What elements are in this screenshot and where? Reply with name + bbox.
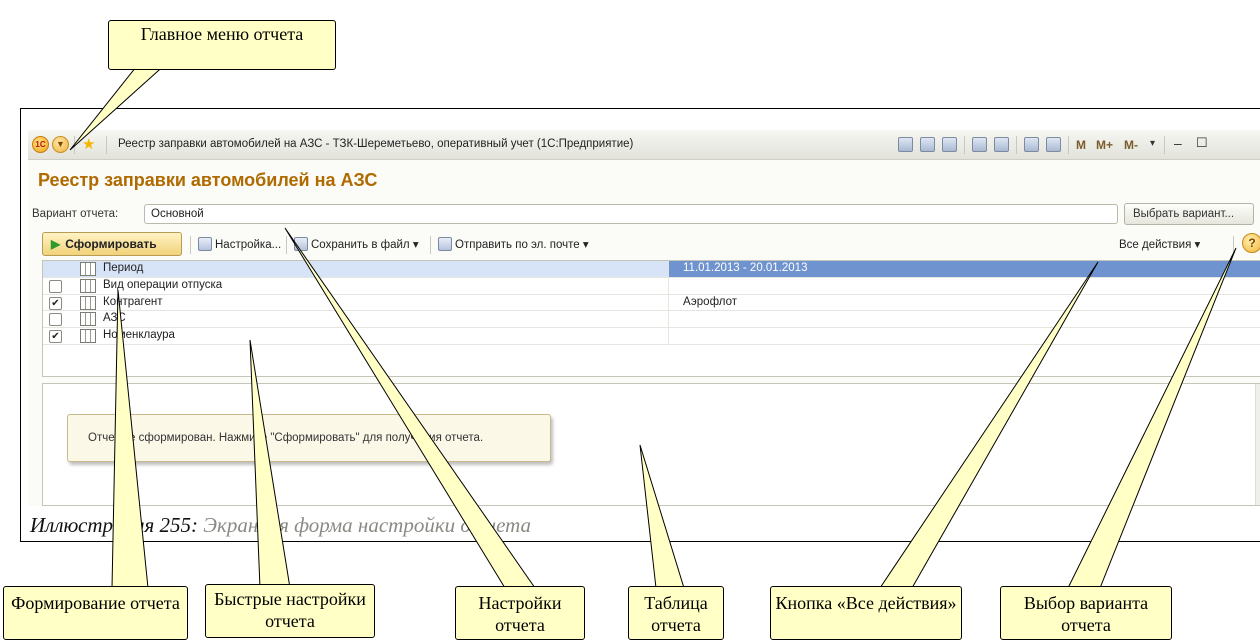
minimize-icon[interactable]: – — [1174, 135, 1182, 151]
setting-checkbox[interactable] — [49, 313, 62, 327]
callout-settings: Настройки отчета — [455, 586, 585, 640]
1c-logo-icon[interactable]: 1С — [32, 136, 49, 153]
generate-report-button[interactable]: ▶ Сформировать — [42, 232, 182, 256]
setting-name: Контрагент — [103, 295, 163, 308]
separator — [106, 136, 107, 154]
send-email-button[interactable]: Отправить по эл. почте ▾ — [438, 237, 589, 251]
separator — [1068, 136, 1069, 154]
setting-name: АЗС — [103, 312, 126, 325]
field-grid-icon — [80, 278, 96, 293]
generate-label: Сформировать — [65, 237, 157, 251]
setting-checkbox[interactable]: ✔ — [49, 330, 62, 344]
variant-label: Вариант отчета: — [32, 208, 119, 220]
help-icon[interactable]: ? — [1242, 233, 1260, 253]
memory-button-m[interactable]: M — [1076, 138, 1086, 152]
callout-main-menu: Главное меню отчета — [108, 20, 336, 70]
setting-value[interactable]: Аэрофлот — [683, 296, 737, 308]
callout-forming: Формирование отчета — [3, 586, 188, 640]
separator — [1016, 136, 1017, 154]
memory-button-m-plus[interactable]: M+ — [1096, 138, 1113, 152]
callout-table: Таблица отчета — [628, 586, 724, 640]
choose-variant-button[interactable]: Выбрать вариант... — [1124, 203, 1254, 225]
variant-field[interactable]: Основной — [144, 204, 1118, 224]
add-favorite-icon[interactable] — [972, 137, 987, 152]
settings-row-period[interactable]: Период 11.01.2013 - 20.01.2013 — [43, 261, 1260, 278]
callout-variant-choice: Выбор варианта отчета — [1000, 586, 1172, 640]
main-menu-button[interactable]: ▼ — [52, 136, 69, 153]
setting-name: Номенклаура — [103, 329, 175, 342]
report-window: 1С ▼ ★ Реестр заправки автомобилей на АЗ… — [28, 130, 1260, 506]
floppy-icon — [294, 237, 308, 251]
column-divider — [668, 294, 669, 311]
title-bar: 1С ▼ ★ Реестр заправки автомобилей на АЗ… — [28, 130, 1260, 160]
report-toolbar: ▶ Сформировать Настройка... Сохранить в ф… — [28, 232, 1260, 258]
calculator-icon[interactable] — [1024, 137, 1039, 152]
settings-row-operation-type[interactable]: Вид операции отпуска — [43, 277, 1260, 295]
not-generated-notice: Отчет не сформирован. Нажмите "Сформиров… — [67, 414, 551, 462]
separator — [190, 236, 191, 254]
settings-row-counterparty[interactable]: ✔ Контрагент Аэрофлот — [43, 294, 1260, 312]
play-icon: ▶ — [51, 237, 61, 251]
separator — [74, 136, 75, 154]
email-label: Отправить по эл. почте — [455, 239, 580, 251]
separator — [1164, 136, 1165, 154]
quick-settings-table: Период 11.01.2013 - 20.01.2013 Вид опера… — [42, 260, 1260, 377]
all-actions-label: Все действия — [1119, 239, 1192, 251]
column-divider — [668, 311, 669, 328]
print-icon[interactable] — [920, 137, 935, 152]
callout-quick-settings: Быстрые настройки отчета — [205, 584, 375, 638]
variant-row: Вариант отчета: Основной Выбрать вариант… — [28, 203, 1260, 227]
report-result-area[interactable]: Отчет не сформирован. Нажмите "Сформиров… — [42, 383, 1260, 506]
dropdown-chevron-icon[interactable]: ▾ — [1150, 138, 1155, 149]
favorites-icon[interactable] — [994, 137, 1009, 152]
separator — [286, 236, 287, 254]
email-icon — [438, 237, 452, 251]
field-grid-icon — [80, 329, 96, 344]
settings-row-nomenclature[interactable]: ✔ Номенклаура — [43, 328, 1260, 345]
window-title: Реестр заправки автомобилей на АЗС - ТЗК… — [118, 138, 634, 150]
column-divider — [668, 261, 669, 277]
save-icon[interactable] — [898, 137, 913, 152]
settings-button[interactable]: Настройка... — [198, 237, 281, 251]
maximize-icon[interactable]: ☐ — [1196, 135, 1208, 151]
preview-icon[interactable] — [942, 137, 957, 152]
setting-checkbox[interactable] — [49, 279, 62, 293]
vertical-scrollbar[interactable]: ▲ — [1255, 384, 1260, 505]
setting-name: Вид операции отпуска — [103, 278, 223, 291]
all-actions-button[interactable]: Все действия ▾ — [1119, 237, 1200, 251]
field-grid-icon — [80, 312, 96, 327]
settings-label: Настройка... — [215, 239, 282, 251]
setting-checkbox[interactable]: ✔ — [49, 296, 62, 310]
column-divider — [668, 328, 669, 344]
caption-prefix: Иллюстрация 255: — [30, 513, 198, 537]
setting-name: Период — [103, 262, 144, 274]
report-title: Реестр заправки автомобилей на АЗС — [38, 170, 378, 190]
setting-value[interactable]: 11.01.2013 - 20.01.2013 — [683, 262, 807, 274]
favorites-star-icon[interactable]: ★ — [82, 135, 95, 153]
figure-caption: Иллюстрация 255: Экранная форма настройк… — [30, 513, 531, 538]
settings-icon — [198, 237, 212, 251]
save-label: Сохранить в файл — [311, 239, 410, 251]
field-grid-icon — [80, 262, 96, 276]
separator — [1233, 236, 1234, 254]
calendar-icon[interactable] — [1046, 137, 1061, 152]
save-to-file-button[interactable]: Сохранить в файл ▾ — [294, 237, 419, 251]
memory-button-m-minus[interactable]: M- — [1124, 138, 1138, 152]
callout-all-actions: Кнопка «Все действия» — [770, 586, 962, 640]
field-grid-icon — [80, 295, 96, 310]
separator — [964, 136, 965, 154]
caption-text: Экранная форма настройки отчета — [198, 513, 532, 537]
settings-row-station[interactable]: АЗС — [43, 311, 1260, 329]
separator — [430, 236, 431, 254]
column-divider — [668, 277, 669, 294]
